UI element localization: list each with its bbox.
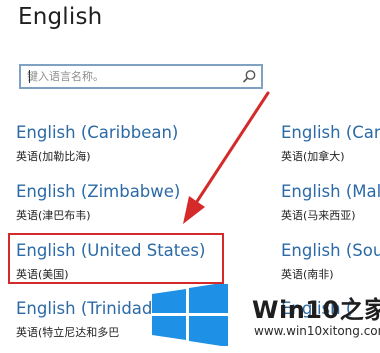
watermark-url: www.win10xitong.com xyxy=(254,324,380,338)
watermark-title-part2: 之家 xyxy=(339,296,380,324)
watermark-title-part1: Win10 xyxy=(252,296,340,324)
watermark: Win10之家 www.win10xitong.com xyxy=(146,280,380,353)
watermark-title: Win10之家 xyxy=(252,290,380,325)
windows-logo-icon xyxy=(152,284,228,346)
